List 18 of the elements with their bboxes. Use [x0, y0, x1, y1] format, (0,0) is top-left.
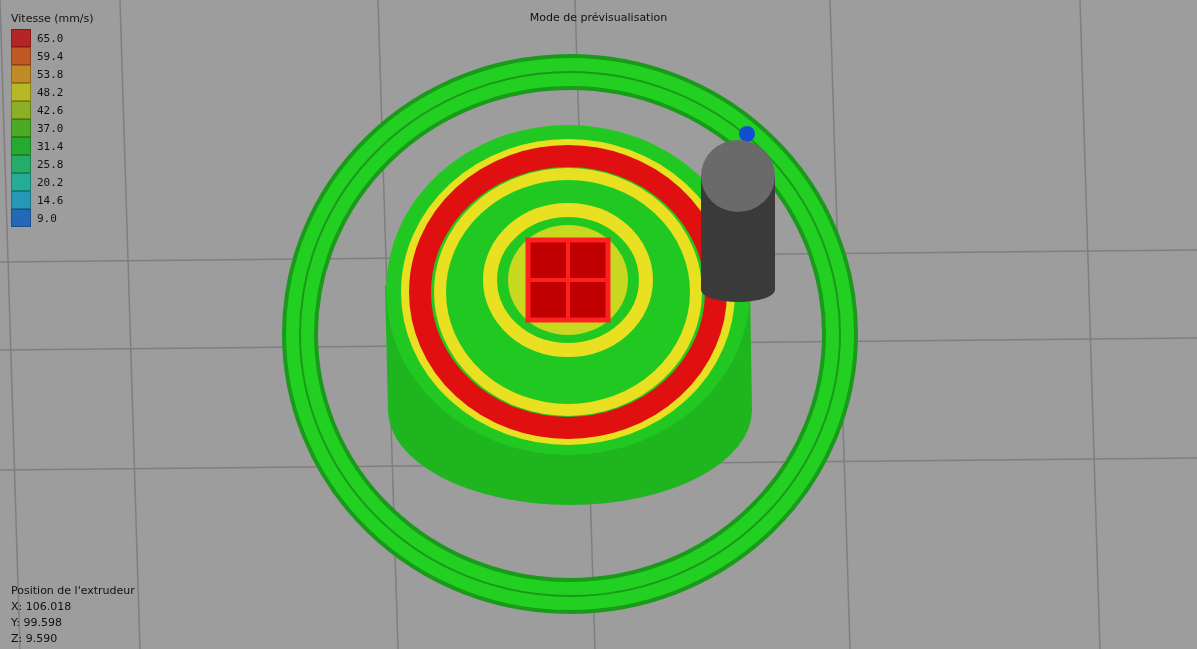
legend-title: Vitesse (mm/s) [11, 12, 94, 25]
legend-label: 37.0 [37, 121, 64, 135]
view-title: Mode de prévisualisation [529, 11, 668, 24]
coordinate-text: X: 106.018 [11, 600, 73, 613]
legend-label: 65.0 [37, 31, 64, 45]
coordinate-text: Y: 99.598 [11, 616, 63, 629]
legend-label: 59.4 [37, 49, 64, 63]
coordinate-text: Z: 9.590 [11, 632, 59, 645]
legend-label: 53.8 [37, 67, 64, 81]
legend-label: 9.0 [37, 211, 57, 225]
position-title: Position de l'extrudeur [11, 584, 135, 597]
legend-label: 48.2 [37, 85, 64, 99]
legend-label: 25.8 [37, 157, 64, 171]
legend-label: 14.6 [37, 193, 64, 207]
legend-label: 31.4 [37, 139, 64, 153]
legend-label: 42.6 [37, 103, 64, 117]
legend-label: 20.2 [37, 175, 64, 189]
marker-dot-icon [739, 126, 755, 142]
